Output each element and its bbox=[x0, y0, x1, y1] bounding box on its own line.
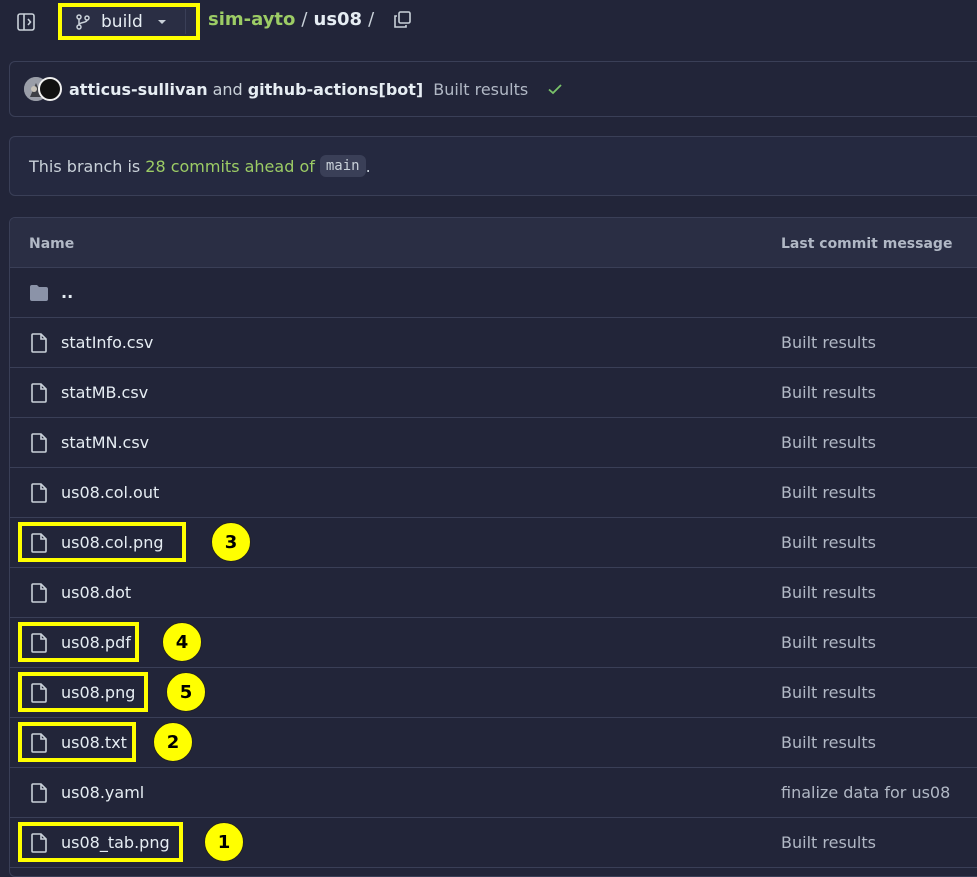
file-commit-message-link[interactable]: Built results bbox=[781, 433, 876, 452]
file-commit-message-link[interactable]: Built results bbox=[781, 483, 876, 502]
file-name-link[interactable]: us08.pdf bbox=[61, 633, 131, 652]
avatar bbox=[38, 77, 62, 101]
file-icon bbox=[30, 683, 48, 703]
file-commit-message-link[interactable]: finalize data for us08 bbox=[781, 783, 950, 802]
file-commit-message-link[interactable]: Built results bbox=[781, 633, 876, 652]
annotation-badge: 5 bbox=[166, 672, 206, 712]
breadcrumb-separator: / bbox=[301, 9, 308, 30]
chevron-down-icon bbox=[157, 19, 166, 24]
commit-author[interactable]: atticus-sullivan bbox=[69, 80, 208, 99]
column-header-commit-message: Last commit message bbox=[781, 236, 953, 252]
file-table: Name Last commit message .. statInfo.csv… bbox=[9, 217, 977, 877]
file-commit-message-link[interactable]: Built results bbox=[781, 683, 876, 702]
file-row[interactable]: us08.pdf Built results 4 bbox=[10, 618, 977, 668]
file-name-link[interactable]: us08.col.png bbox=[61, 533, 164, 552]
file-name-link[interactable]: us08_tab.png bbox=[61, 833, 170, 852]
avatar-group[interactable] bbox=[24, 76, 62, 102]
file-name-link[interactable]: statMB.csv bbox=[61, 383, 148, 402]
file-commit-message-link[interactable]: Built results bbox=[781, 833, 876, 852]
folder-icon bbox=[30, 285, 48, 301]
file-row[interactable]: us08.png Built results 5 bbox=[10, 668, 977, 718]
file-name-link[interactable]: us08.col.out bbox=[61, 483, 159, 502]
file-commit-message-link[interactable]: Built results bbox=[781, 583, 876, 602]
file-row[interactable]: us08.txt Built results 2 bbox=[10, 718, 977, 768]
annotation-badge: 4 bbox=[162, 622, 202, 662]
breadcrumb-separator: / bbox=[368, 9, 375, 30]
breadcrumb: sim-ayto / us08 / bbox=[208, 9, 412, 30]
file-row[interactable]: us08.col.png Built results 3 bbox=[10, 518, 977, 568]
file-row[interactable]: statMN.csv Built results bbox=[10, 418, 977, 468]
file-name-link[interactable]: us08.dot bbox=[61, 583, 131, 602]
column-header-name: Name bbox=[29, 236, 75, 252]
git-branch-icon bbox=[76, 13, 90, 30]
annotation-badge: 3 bbox=[211, 522, 251, 562]
file-name-link[interactable]: statMN.csv bbox=[61, 433, 149, 452]
file-icon bbox=[30, 383, 48, 403]
file-icon bbox=[30, 783, 48, 803]
branch-status-text: This branch is bbox=[29, 156, 141, 176]
commit-coauthor[interactable]: github-actions[bot] bbox=[248, 80, 424, 99]
file-icon bbox=[30, 533, 48, 553]
annotation-badge: 2 bbox=[153, 722, 193, 762]
file-row[interactable]: statMB.csv Built results bbox=[10, 368, 977, 418]
breadcrumb-current-dir: us08 bbox=[313, 9, 363, 30]
breadcrumb-repo-link[interactable]: sim-ayto bbox=[208, 9, 295, 30]
file-commit-message-link[interactable]: Built results bbox=[781, 733, 876, 752]
file-name-link[interactable]: us08.png bbox=[61, 683, 135, 702]
branch-status-suffix: . bbox=[365, 156, 371, 176]
copy-path-icon[interactable] bbox=[392, 10, 412, 30]
file-commit-message-link[interactable]: Built results bbox=[781, 533, 876, 552]
annotation-badge: 1 bbox=[204, 822, 244, 862]
file-name-link[interactable]: statInfo.csv bbox=[61, 333, 153, 352]
file-commit-message-link[interactable]: Built results bbox=[781, 383, 876, 402]
latest-commit-bar: atticus-sullivan and github-actions[bot]… bbox=[9, 61, 977, 117]
top-bar: build sim-ayto / us08 / bbox=[0, 0, 977, 44]
file-commit-message-link[interactable]: Built results bbox=[781, 333, 876, 352]
file-icon bbox=[30, 833, 48, 853]
file-icon bbox=[30, 583, 48, 603]
file-row[interactable]: us08.col.out Built results bbox=[10, 468, 977, 518]
branch-name: build bbox=[101, 11, 143, 32]
table-header: Name Last commit message bbox=[10, 218, 977, 268]
file-icon bbox=[30, 333, 48, 353]
file-name-link[interactable]: us08.yaml bbox=[61, 783, 144, 802]
check-icon[interactable] bbox=[546, 80, 564, 98]
commits-ahead-link[interactable]: 28 commits ahead of bbox=[145, 157, 315, 176]
parent-directory-row[interactable]: .. bbox=[10, 268, 977, 318]
branch-status-banner: This branch is 28 commits ahead of main … bbox=[9, 136, 977, 196]
file-icon bbox=[30, 733, 48, 753]
commit-author-conjunction: and bbox=[212, 79, 243, 99]
file-icon bbox=[30, 483, 48, 503]
file-icon bbox=[30, 433, 48, 453]
sidebar-toggle-icon[interactable] bbox=[15, 11, 37, 33]
file-row[interactable]: us08.yaml finalize data for us08 bbox=[10, 768, 977, 818]
file-name-link[interactable]: us08.txt bbox=[61, 733, 127, 752]
file-row[interactable]: us08_tab.png Built results 1 bbox=[10, 818, 977, 868]
file-row[interactable]: statInfo.csv Built results bbox=[10, 318, 977, 368]
base-branch-code: main bbox=[319, 155, 366, 177]
branch-select-button[interactable]: build bbox=[58, 3, 200, 40]
file-icon bbox=[30, 633, 48, 653]
commit-message[interactable]: Built results bbox=[433, 80, 528, 99]
file-row[interactable]: us08.dot Built results bbox=[10, 568, 977, 618]
divider bbox=[185, 9, 186, 34]
parent-directory-link[interactable]: .. bbox=[61, 283, 73, 302]
